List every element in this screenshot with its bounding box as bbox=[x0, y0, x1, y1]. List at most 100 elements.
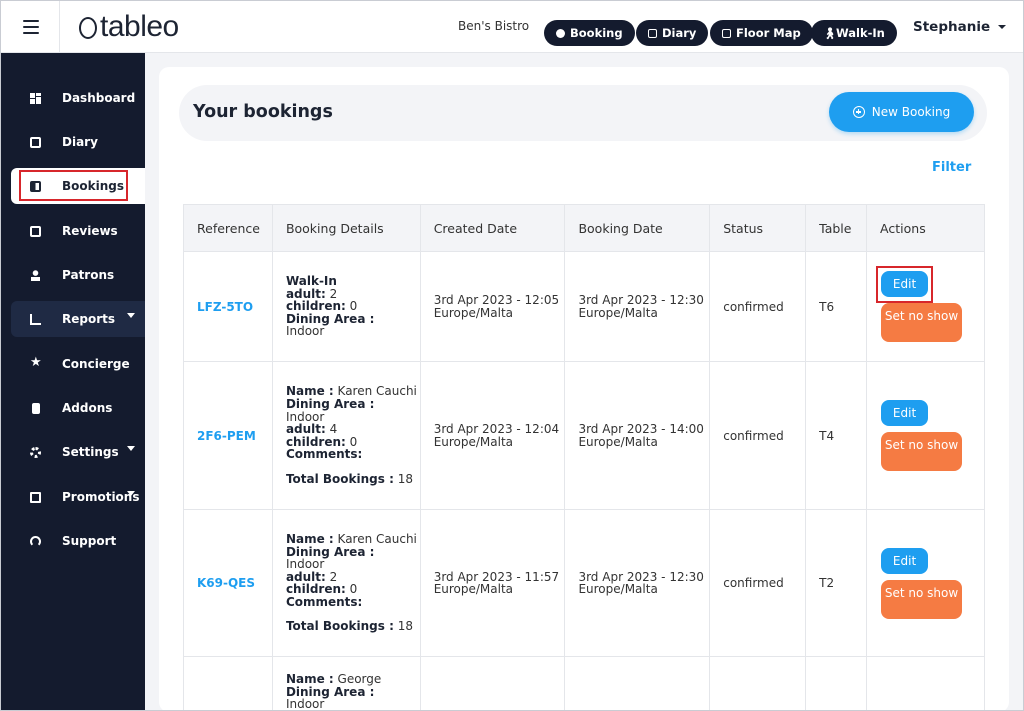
app-window: tableo Ben's Bistro Booking Diary Floor … bbox=[0, 0, 1024, 711]
edit-button[interactable]: Edit bbox=[881, 547, 929, 574]
reference-cell bbox=[183, 656, 273, 710]
booking-details-cell: Name : Karen Cauchi Dining Area : Indoor ad… bbox=[271, 361, 421, 510]
detail-key: Total Bookings : bbox=[285, 619, 394, 634]
detail-line: Comments: bbox=[286, 596, 420, 609]
sidebar-item-label: Support bbox=[62, 534, 117, 548]
floor-map-icon bbox=[722, 28, 731, 38]
sidebar-item-dashboard[interactable]: Dashboard bbox=[11, 80, 145, 116]
chevron-down-icon bbox=[998, 25, 1007, 29]
chevron-down-icon bbox=[127, 313, 135, 318]
detail-key: Total Bookings : bbox=[285, 471, 394, 486]
column-header-table[interactable]: Table bbox=[805, 204, 868, 252]
detail-line: Indoor bbox=[286, 325, 420, 338]
calendar-icon bbox=[648, 28, 657, 38]
set-no-show-button[interactable]: Set no show bbox=[881, 579, 963, 619]
set-no-show-button[interactable]: Set no show bbox=[881, 303, 963, 342]
table-row: 2F6-PEM Name : Karen Cauchi Dining Area :I… bbox=[183, 361, 985, 510]
reference-cell: LFZ-5TO bbox=[183, 251, 273, 362]
walk-icon: 🚶︎ bbox=[823, 26, 837, 40]
reference-cell: 2F6-PEM bbox=[183, 361, 273, 510]
edit-button[interactable]: Edit bbox=[881, 400, 929, 426]
table-row: K69-QES Name : Karen Cauchi Dining Area :I… bbox=[183, 509, 985, 657]
table-row: LFZ-5TO Walk-In adult: 2 children: 0 Dining … bbox=[183, 251, 985, 362]
booking-reference-link[interactable]: LFZ-5TO bbox=[197, 300, 253, 314]
table-number-cell: T6 bbox=[805, 251, 868, 362]
logo-text: tableo bbox=[100, 10, 179, 43]
created-date-cell bbox=[419, 656, 566, 710]
sidebar-item-label: Reviews bbox=[62, 224, 118, 238]
sidebar-item-promotions[interactable]: Promotions bbox=[11, 479, 145, 515]
detail-line: Comments: bbox=[286, 448, 420, 461]
addon-icon bbox=[32, 403, 40, 414]
sidebar-item-patrons[interactable]: Patrons bbox=[11, 257, 145, 293]
set-no-show-button[interactable]: Set no show bbox=[881, 432, 963, 471]
sidebar-item-reports[interactable]: Reports bbox=[11, 301, 145, 337]
floor-map-button[interactable]: Floor Map bbox=[710, 20, 813, 46]
sidebar-item-label: Patrons bbox=[62, 268, 115, 282]
column-header-reference[interactable]: Reference bbox=[183, 204, 273, 252]
booking-details-cell: Name : George Dining Area : Indoor bbox=[271, 656, 421, 710]
detail-value: 18 bbox=[397, 471, 413, 486]
bookings-table: Reference Booking Details Created Date B… bbox=[183, 204, 985, 710]
sidebar-item-label: Settings bbox=[62, 445, 119, 459]
header-divider bbox=[59, 1, 60, 53]
booking-reference-link[interactable]: 2F6-PEM bbox=[197, 429, 256, 443]
sidebar-item-support[interactable]: Support bbox=[11, 523, 145, 559]
status-cell: confirmed bbox=[709, 361, 807, 510]
star-icon: ★ bbox=[30, 355, 42, 370]
user-name: Stephanie bbox=[913, 19, 991, 35]
review-icon bbox=[30, 226, 41, 237]
headset-icon bbox=[30, 536, 41, 547]
table-row: Name : GeorgeDining Area :Indoor Edit bbox=[183, 656, 985, 710]
detail-key: Comments: bbox=[285, 447, 363, 462]
chevron-down-icon bbox=[127, 446, 135, 451]
tableo-logo[interactable]: tableo bbox=[79, 10, 179, 44]
sidebar-item-label: Diary bbox=[62, 135, 98, 149]
hamburger-menu-icon[interactable] bbox=[13, 13, 49, 41]
calendar-icon bbox=[30, 137, 41, 148]
sidebar-item-label: Dashboard bbox=[62, 91, 136, 105]
walk-in-button[interactable]: 🚶︎ Walk-In bbox=[811, 20, 897, 46]
person-icon bbox=[30, 270, 41, 281]
detail-line: Total Bookings : 18 bbox=[286, 473, 420, 486]
table-number-cell: T2 bbox=[805, 509, 868, 657]
diary-button[interactable]: Diary bbox=[636, 20, 709, 46]
new-booking-button[interactable]: New Booking bbox=[829, 92, 974, 132]
sidebar-item-concierge[interactable]: ★ Concierge bbox=[11, 346, 145, 382]
sidebar-item-diary[interactable]: Diary bbox=[11, 124, 145, 160]
chart-icon bbox=[30, 314, 41, 325]
floor-map-button-label: Floor Map bbox=[736, 26, 801, 40]
booking-date-cell: 3rd Apr 2023 - 12:30 Europe/Malta bbox=[564, 509, 711, 657]
filter-link[interactable]: Filter bbox=[932, 160, 971, 175]
sidebar-item-addons[interactable]: Addons bbox=[11, 390, 145, 426]
detail-line: Indoor bbox=[286, 698, 420, 710]
column-header-booking-date[interactable]: Booking Date bbox=[564, 204, 711, 252]
booking-button[interactable]: Booking bbox=[544, 20, 635, 46]
table-number-cell: T4 bbox=[805, 361, 868, 510]
detail-key: Comments: bbox=[285, 594, 363, 609]
sidebar: Dashboard Diary Bookings Reviews Patrons… bbox=[1, 53, 145, 710]
booking-button-label: Booking bbox=[570, 26, 623, 40]
status-cell: confirmed bbox=[709, 251, 807, 362]
column-header-booking-details[interactable]: Booking Details bbox=[271, 204, 421, 252]
chevron-down-icon bbox=[127, 491, 135, 496]
booking-details-cell: Name : Karen Cauchi Dining Area : Indoor ad… bbox=[271, 509, 421, 657]
dashboard-icon bbox=[30, 93, 41, 104]
table-header-row: Reference Booking Details Created Date B… bbox=[183, 204, 985, 252]
walk-in-button-label: Walk-In bbox=[836, 26, 885, 40]
booking-reference-link[interactable]: K69-QES bbox=[197, 576, 255, 590]
detail-line: Total Bookings : 18 bbox=[286, 620, 420, 633]
detail-value: Indoor bbox=[285, 324, 325, 339]
sidebar-item-settings[interactable]: Settings bbox=[11, 434, 145, 470]
column-header-created-date[interactable]: Created Date bbox=[419, 204, 566, 252]
user-menu[interactable]: Stephanie bbox=[913, 19, 1007, 35]
detail-value: 18 bbox=[397, 619, 413, 634]
column-header-status[interactable]: Status bbox=[709, 204, 807, 252]
actions-cell: Edit bbox=[866, 656, 985, 710]
venue-name[interactable]: Ben's Bistro bbox=[458, 19, 529, 33]
sidebar-item-label: Concierge bbox=[62, 357, 130, 371]
actions-cell: Edit Set no show bbox=[866, 509, 985, 657]
booking-details-cell: Walk-In adult: 2 children: 0 Dining Area :I… bbox=[271, 251, 421, 362]
sidebar-item-reviews[interactable]: Reviews bbox=[11, 213, 145, 249]
new-booking-label: New Booking bbox=[871, 105, 951, 119]
